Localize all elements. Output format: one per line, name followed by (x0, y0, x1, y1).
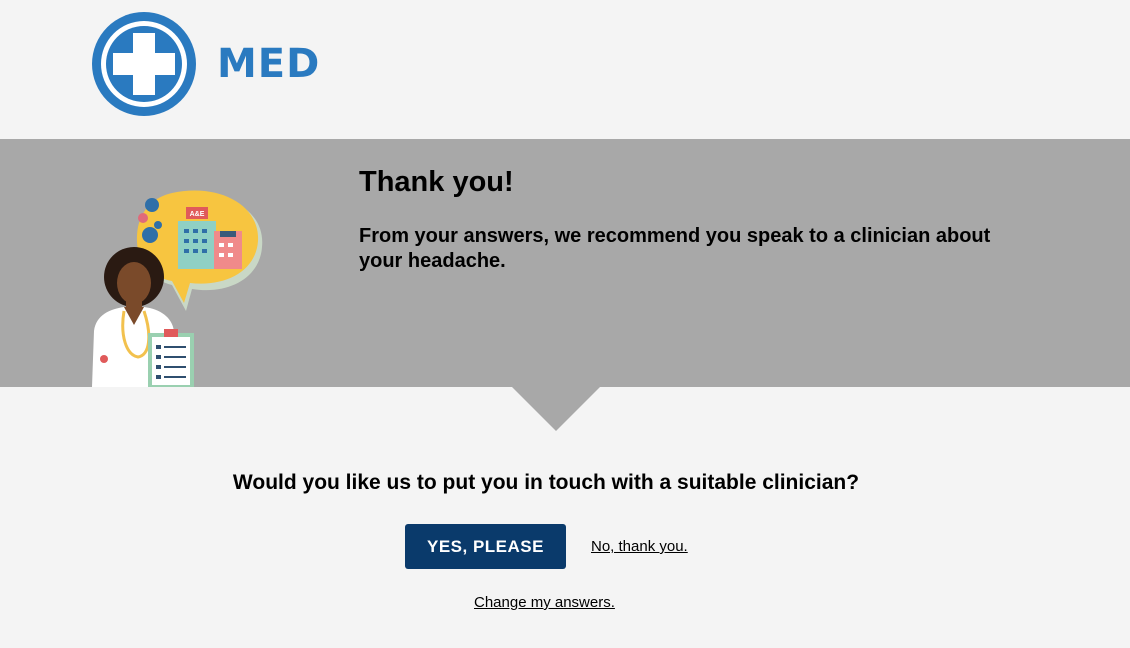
recommendation-text: From your answers, we recommend you spea… (359, 225, 991, 272)
ae-sign-text: A&E (190, 211, 205, 218)
no-thank-you-link[interactable]: No, thank you. (591, 538, 688, 555)
banner-pointer (512, 387, 600, 431)
page-title: Thank you! (359, 166, 514, 198)
brand-name: MED (217, 41, 321, 87)
yes-please-button[interactable]: YES, PLEASE (405, 524, 566, 569)
header: MED (0, 0, 1130, 139)
change-answers-link[interactable]: Change my answers. (474, 594, 615, 611)
contact-question: Would you like us to put you in touch wi… (232, 471, 860, 494)
doctor-illustration: A&E (92, 190, 263, 387)
medical-cross-icon (92, 12, 196, 116)
brand-logo[interactable]: MED (89, 9, 320, 119)
